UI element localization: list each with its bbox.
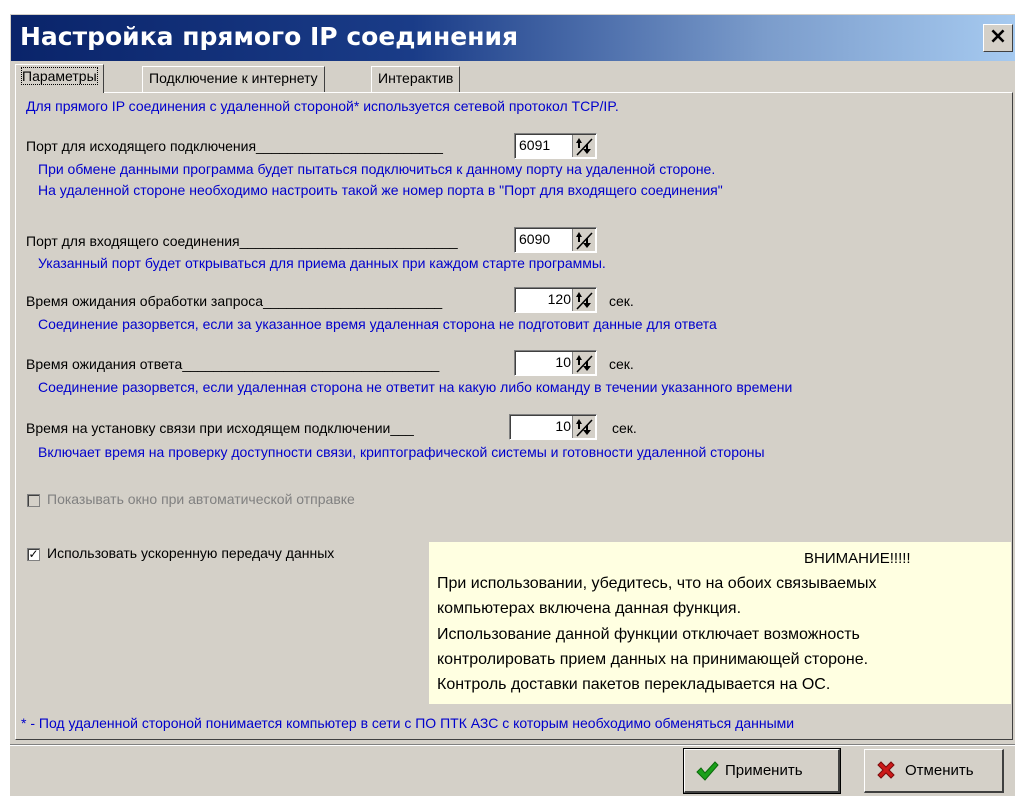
title-bar[interactable]: Настройка прямого IP соединения ×: [11, 15, 1015, 61]
outgoing-port-spinner[interactable]: 6091: [514, 133, 597, 159]
tab-interactive[interactable]: Интерактив: [371, 66, 461, 92]
warning-line: При использовании, убедитесь, что на обо…: [437, 575, 877, 592]
incoming-port-spinner[interactable]: 6090: [514, 227, 597, 253]
incoming-port-label: Порт для входящего соединения___________…: [26, 233, 458, 249]
outgoing-port-label: Порт для исходящего подключения_________…: [26, 138, 443, 154]
apply-button[interactable]: Применить: [683, 748, 841, 794]
show-window-checkbox: [27, 494, 40, 507]
connect-timeout-hint: Включает время на проверку доступности с…: [38, 444, 765, 460]
connect-timeout-unit: сек.: [612, 420, 637, 436]
spin-arrows-icon[interactable]: [572, 229, 595, 251]
footnote: * - Под удаленной стороной понимается ко…: [21, 715, 795, 731]
connect-timeout-value[interactable]: 10: [555, 418, 571, 434]
window-title: Настройка прямого IP соединения: [20, 22, 519, 51]
request-timeout-value[interactable]: 120: [548, 291, 571, 307]
spin-arrows-icon[interactable]: [572, 416, 595, 438]
apply-button-label: Применить: [725, 762, 803, 779]
response-timeout-unit: сек.: [609, 356, 634, 372]
response-timeout-label: Время ожидания ответа___________________…: [26, 356, 440, 372]
tab-parameters[interactable]: Параметры: [15, 64, 104, 93]
warning-line: Использование данной функции отключает в…: [437, 626, 860, 643]
show-window-label: Показывать окно при автоматической отпра…: [47, 491, 355, 507]
response-timeout-value[interactable]: 10: [555, 354, 571, 370]
outgoing-port-hint-2: На удаленной стороне необходимо настроит…: [38, 182, 723, 198]
incoming-port-value[interactable]: 6090: [519, 231, 550, 247]
connect-timeout-label: Время на установку связи при исходящем п…: [26, 420, 414, 436]
warning-title: ВНИМАНИЕ!!!!!: [804, 550, 911, 567]
close-button[interactable]: ×: [983, 24, 1013, 52]
connect-timeout-spinner[interactable]: 10: [509, 414, 597, 440]
spin-arrows-icon[interactable]: [572, 352, 595, 374]
response-timeout-hint: Соединение разорвется, если удаленная ст…: [38, 379, 793, 395]
fast-transfer-label[interactable]: Использовать ускоренную передачу данных: [47, 545, 334, 561]
spin-arrows-icon[interactable]: [572, 135, 595, 157]
outgoing-port-value[interactable]: 6091: [519, 137, 550, 153]
outgoing-port-hint-1: При обмене данными программа будет пытат…: [38, 161, 716, 177]
incoming-port-hint: Указанный порт будет открываться для при…: [38, 255, 606, 271]
request-timeout-hint: Соединение разорвется, если за указанное…: [38, 316, 717, 332]
cancel-button-label: Отменить: [905, 762, 974, 779]
tab-internet-connection[interactable]: Подключение к интернету: [142, 66, 325, 92]
cross-icon: [875, 759, 897, 785]
spin-arrows-icon[interactable]: [572, 289, 595, 311]
cancel-button[interactable]: Отменить: [864, 749, 1004, 793]
footer-divider: [10, 744, 1015, 746]
response-timeout-spinner[interactable]: 10: [514, 350, 597, 376]
fast-transfer-checkbox[interactable]: ✓: [27, 548, 40, 561]
request-timeout-label: Время ожидания обработки запроса________…: [26, 293, 443, 309]
warning-line: компьютерах включена данная функция.: [437, 600, 742, 617]
settings-dialog: Настройка прямого IP соединения × Параме…: [9, 13, 1015, 796]
request-timeout-spinner[interactable]: 120: [514, 287, 597, 313]
warning-line: контролировать прием данных на принимающ…: [437, 651, 869, 668]
warning-box: ВНИМАНИЕ!!!!! При использовании, убедите…: [429, 542, 1011, 704]
warning-line: Контроль доставки пакетов перекладываетс…: [437, 676, 831, 693]
request-timeout-unit: сек.: [609, 293, 634, 309]
checkmark-icon: [695, 759, 719, 787]
intro-text: Для прямого IP соединения с удаленной ст…: [26, 98, 619, 114]
tab-panel-parameters: Для прямого IP соединения с удаленной ст…: [15, 92, 1013, 740]
